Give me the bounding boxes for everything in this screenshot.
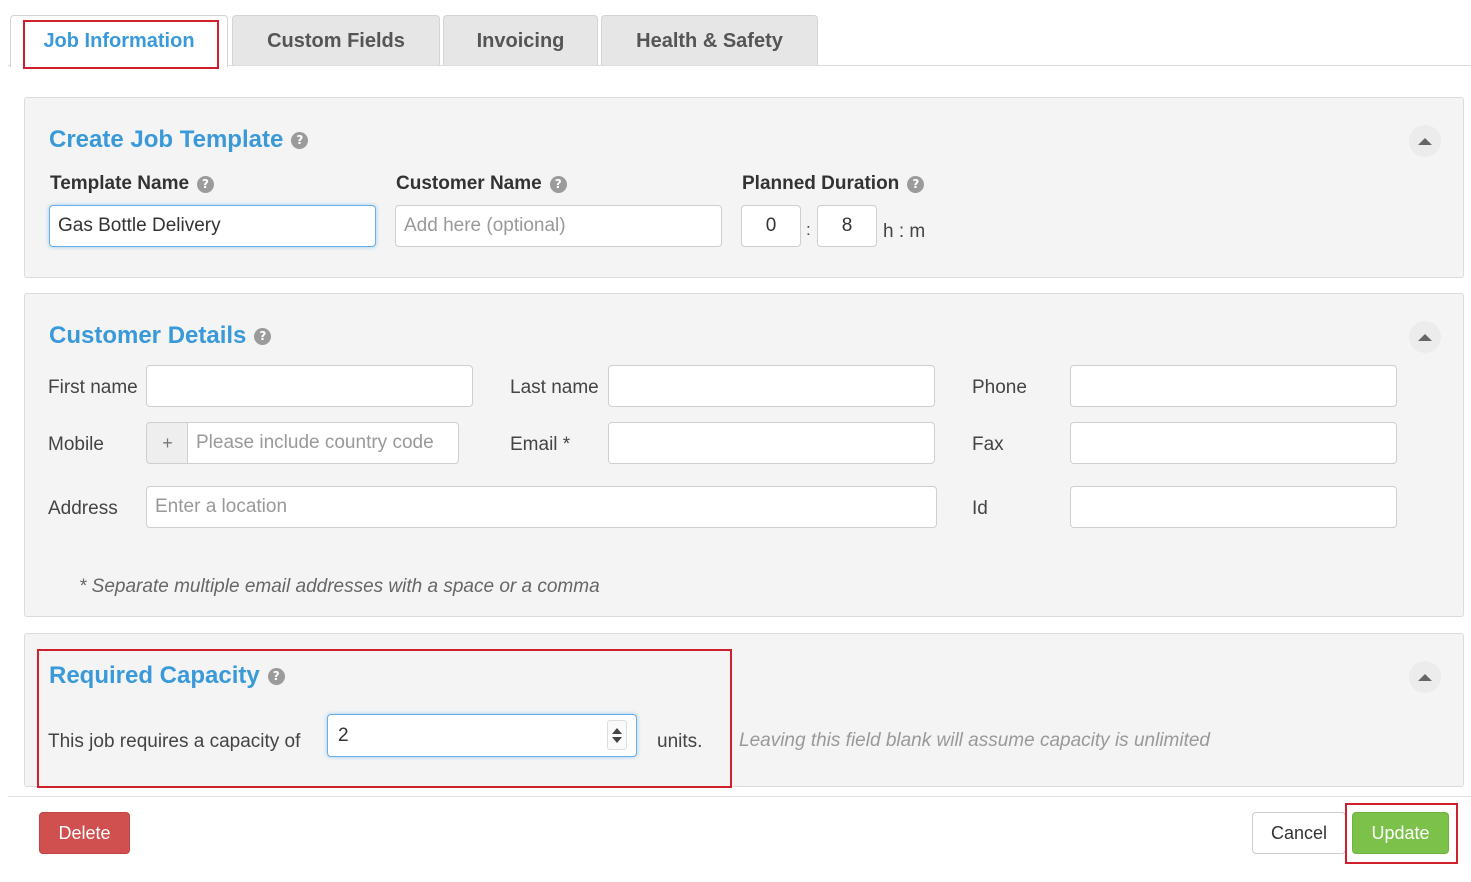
last-name-label: Last name <box>510 377 599 398</box>
capacity-prefix: This job requires a capacity of <box>48 731 301 752</box>
help-icon[interactable]: ? <box>254 327 272 345</box>
chevron-up-icon[interactable] <box>1409 125 1441 157</box>
tab-label: Health & Safety <box>636 29 783 52</box>
planned-duration-label: Planned Duration ? <box>742 173 925 195</box>
customer-name-input[interactable] <box>395 205 722 247</box>
email-input[interactable] <box>608 422 935 464</box>
tab-custom-fields[interactable]: Custom Fields <box>232 15 440 66</box>
tab-label: Invoicing <box>476 29 565 52</box>
duration-minutes-input[interactable] <box>817 205 877 247</box>
stepper-down-icon[interactable] <box>612 736 622 743</box>
panel-title: Create Job Template ? <box>49 126 309 154</box>
address-input[interactable] <box>146 486 937 528</box>
tab-label: Custom Fields <box>267 29 405 52</box>
tab-label: Job Information <box>43 30 195 52</box>
id-label: Id <box>972 498 988 519</box>
id-input[interactable] <box>1070 486 1397 528</box>
stepper-up-icon[interactable] <box>612 727 622 734</box>
chevron-up-icon[interactable] <box>1409 661 1441 693</box>
duration-separator: : <box>806 220 811 239</box>
address-label: Address <box>48 498 118 519</box>
tab-job-information[interactable]: Job Information <box>10 15 228 67</box>
capacity-input[interactable] <box>327 714 637 757</box>
phone-input[interactable] <box>1070 365 1397 407</box>
email-note: * Separate multiple email addresses with… <box>79 576 600 597</box>
customer-name-label-text: Customer Name <box>396 173 542 194</box>
customer-details-panel: Customer Details ? First name Last name … <box>24 293 1464 617</box>
help-icon[interactable]: ? <box>197 175 215 193</box>
fax-label: Fax <box>972 434 1004 455</box>
job-template-panel: Create Job Template ? Template Name ? Cu… <box>24 97 1464 278</box>
help-icon[interactable]: ? <box>549 175 567 193</box>
customer-details-title: Customer Details <box>49 322 247 349</box>
update-button[interactable]: Update <box>1352 812 1449 854</box>
mobile-label: Mobile <box>48 434 104 455</box>
update-button-label: Update <box>1371 822 1430 843</box>
footer-divider <box>8 796 1471 797</box>
mobile-input[interactable] <box>187 422 459 464</box>
tab-invoicing[interactable]: Invoicing <box>443 15 598 66</box>
help-icon[interactable]: ? <box>291 131 309 149</box>
delete-button-label: Delete <box>58 822 111 843</box>
mobile-prefix-addon: + <box>146 422 188 464</box>
cancel-button[interactable]: Cancel <box>1252 812 1346 854</box>
customer-name-label: Customer Name ? <box>396 173 567 195</box>
delete-button[interactable]: Delete <box>39 812 130 854</box>
help-icon[interactable]: ? <box>267 667 285 685</box>
capacity-suffix: units. <box>657 731 703 752</box>
job-template-title: Create Job Template <box>49 126 284 153</box>
panel-title: Customer Details ? <box>49 322 272 350</box>
capacity-stepper[interactable] <box>607 720 627 750</box>
template-name-label-text: Template Name <box>50 173 190 194</box>
first-name-label: First name <box>48 377 138 398</box>
tab-health-safety[interactable]: Health & Safety <box>601 15 818 66</box>
mobile-prefix: + <box>162 432 173 453</box>
planned-duration-label-text: Planned Duration <box>742 173 900 194</box>
fax-input[interactable] <box>1070 422 1397 464</box>
capacity-hint: Leaving this field blank will assume cap… <box>739 730 1211 751</box>
chevron-up-icon[interactable] <box>1409 321 1441 353</box>
duration-hours-input[interactable] <box>741 205 801 247</box>
capacity-panel: Required Capacity ? This job requires a … <box>24 633 1464 787</box>
first-name-input[interactable] <box>146 365 473 407</box>
template-name-label: Template Name ? <box>50 173 215 195</box>
cancel-button-label: Cancel <box>1270 822 1328 843</box>
tab-bar: Job Information Custom Fields Invoicing … <box>0 0 1471 67</box>
template-name-input[interactable] <box>49 205 376 247</box>
duration-unit: h : m <box>883 221 926 242</box>
panel-title: Required Capacity ? <box>49 662 285 690</box>
help-icon[interactable]: ? <box>907 175 925 193</box>
last-name-input[interactable] <box>608 365 935 407</box>
email-label: Email * <box>510 434 571 455</box>
capacity-title: Required Capacity <box>49 662 260 689</box>
phone-label: Phone <box>972 377 1027 398</box>
